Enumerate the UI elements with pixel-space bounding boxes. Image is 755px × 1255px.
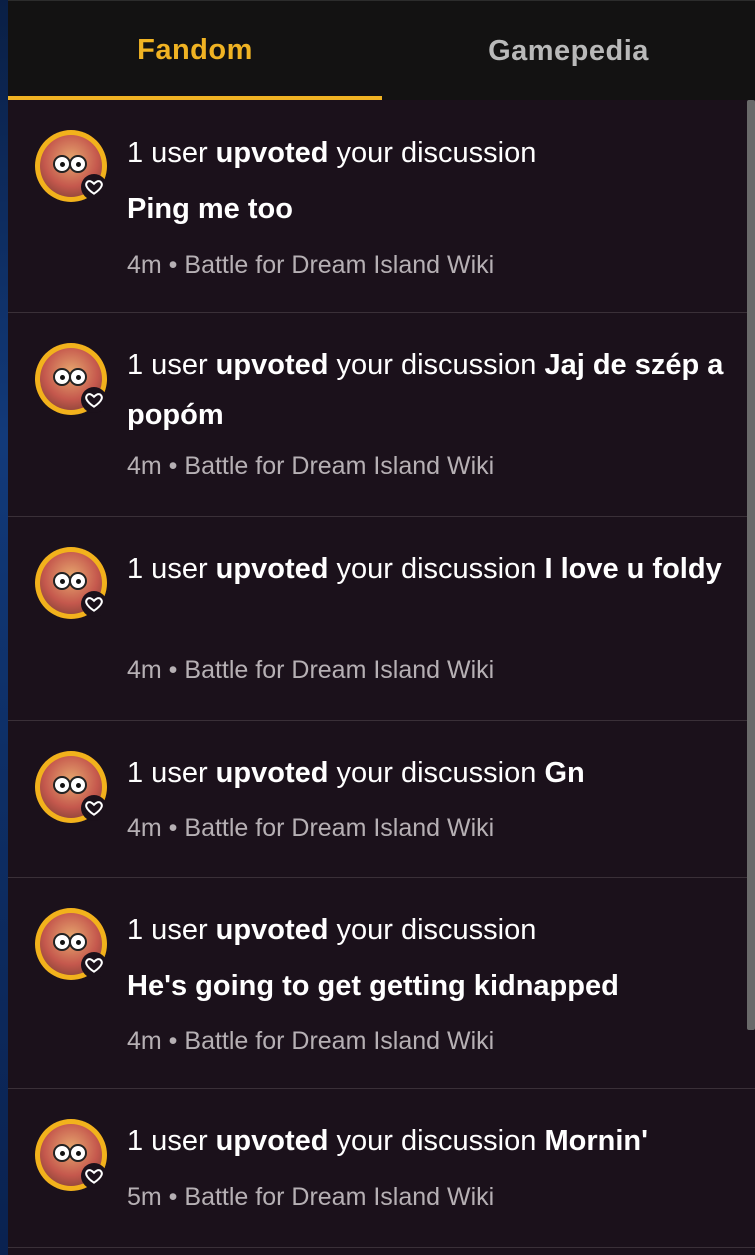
heart-icon [81,952,107,978]
heart-icon [81,795,107,821]
tab-fandom-label: Fandom [137,33,253,66]
notification-text: 1 user upvoted your discussion Mornin' [127,1125,648,1157]
avatar [35,751,107,823]
scrollbar[interactable] [747,100,755,1030]
notification-list: 1 user upvoted your discussion Ping me t… [8,100,755,1248]
heart-icon [81,387,107,413]
tab-gamepedia[interactable]: Gamepedia [382,1,755,101]
notification-meta: 4m • Battle for Dream Island Wiki [127,1027,495,1055]
wiki-name: Battle for Dream Island Wiki [184,251,495,279]
notification-text: 1 user upvoted your discussion Jaj de sz… [127,349,724,431]
notification-item[interactable]: 1 user upvoted your discussion I love u … [8,517,755,721]
notification-text: 1 user upvoted your discussion I love u … [127,553,722,585]
notification-item[interactable]: 1 user upvoted your discussion Gn 4m • B… [8,721,755,878]
notification-item[interactable]: 1 user upvoted your discussion Ping me t… [8,100,755,313]
wiki-name: Battle for Dream Island Wiki [184,1027,495,1055]
notification-meta: 5m • Battle for Dream Island Wiki [127,1183,495,1211]
heart-icon [81,1163,107,1189]
avatar [35,547,107,619]
tab-bar: Fandom Gamepedia [8,0,755,100]
discussion-title: Ping me too [127,193,293,225]
discussion-title: He's going to get getting kidnapped [127,970,619,1002]
notification-text: 1 user upvoted your discussion Gn [127,757,585,789]
wiki-name: Battle for Dream Island Wiki [184,656,495,684]
avatar [35,130,107,202]
notification-text: 1 user upvoted your discussion He's goin… [127,905,737,1011]
avatar [35,908,107,980]
notification-item[interactable]: 1 user upvoted your discussion Mornin' 5… [8,1089,755,1248]
notification-meta: 4m • Battle for Dream Island Wiki [127,452,495,480]
tab-gamepedia-label: Gamepedia [488,34,649,67]
notification-text: 1 user upvoted your discussion Ping me t… [127,128,737,234]
avatar [35,343,107,415]
notification-item[interactable]: 1 user upvoted your discussion He's goin… [8,878,755,1089]
wiki-name: Battle for Dream Island Wiki [184,814,495,842]
notifications-panel: Fandom Gamepedia 1 user upvoted your dis… [8,0,755,1255]
heart-icon [81,174,107,200]
notification-meta: 4m • Battle for Dream Island Wiki [127,251,495,279]
discussion-title: Gn [544,757,585,789]
wiki-name: Battle for Dream Island Wiki [184,1183,495,1211]
avatar [35,1119,107,1191]
discussion-title: I love u foldy [544,553,722,585]
notification-meta: 4m • Battle for Dream Island Wiki [127,656,495,684]
discussion-title: Mornin' [544,1125,648,1157]
heart-icon [81,591,107,617]
tab-fandom[interactable]: Fandom [8,1,382,101]
notification-item[interactable]: 1 user upvoted your discussion Jaj de sz… [8,313,755,517]
wiki-name: Battle for Dream Island Wiki [184,452,495,480]
background-window-edge [0,0,8,1255]
notification-meta: 4m • Battle for Dream Island Wiki [127,814,495,842]
